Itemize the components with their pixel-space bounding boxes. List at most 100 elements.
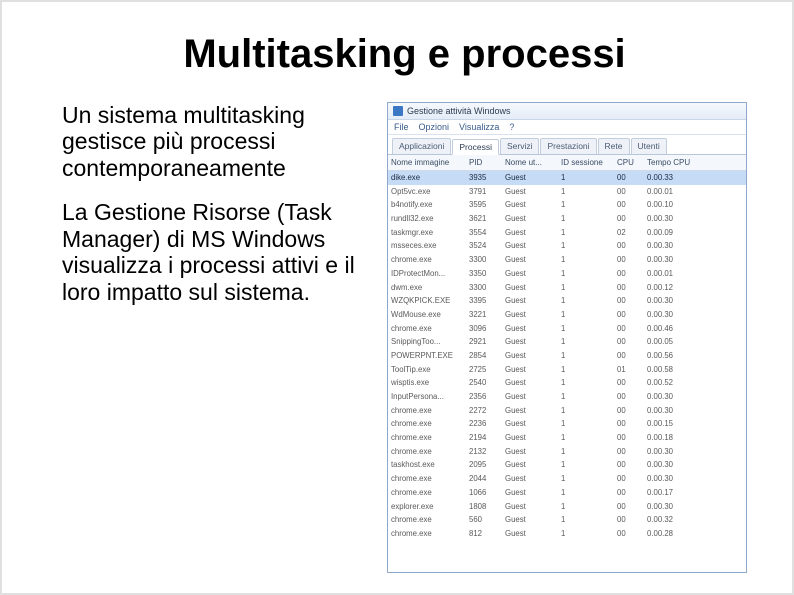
table-row[interactable]: dike.exe3935Guest1000.00.33: [388, 171, 746, 185]
taskmanager-window: Gestione attività Windows File Opzioni V…: [387, 102, 747, 573]
table-row[interactable]: chrome.exe3096Guest1000.00.46: [388, 322, 746, 336]
window-title: Gestione attività Windows: [407, 106, 511, 116]
table-row[interactable]: taskhost.exe2095Guest1000.00.30: [388, 458, 746, 472]
table-row[interactable]: b4notify.exe3595Guest1000.00.10: [388, 198, 746, 212]
cell-pid: 3395: [469, 295, 505, 307]
cell-time: 0.00.30: [647, 295, 703, 307]
tab-network[interactable]: Rete: [598, 138, 630, 154]
cell-time: 0.00.28: [647, 528, 703, 540]
menu-options[interactable]: Opzioni: [419, 122, 450, 132]
table-row[interactable]: chrome.exe560Guest1000.00.32: [388, 513, 746, 527]
cell-pid: 3300: [469, 282, 505, 294]
table-row[interactable]: chrome.exe2272Guest1000.00.30: [388, 404, 746, 418]
col-pid[interactable]: PID: [469, 158, 505, 167]
cell-user: Guest: [505, 473, 561, 485]
cell-user: Guest: [505, 227, 561, 239]
cell-sid: 1: [561, 323, 617, 335]
table-row[interactable]: chrome.exe2194Guest1000.00.18: [388, 431, 746, 445]
cell-user: Guest: [505, 405, 561, 417]
col-name[interactable]: Nome immagine: [391, 158, 469, 167]
table-row[interactable]: chrome.exe3300Guest1000.00.30: [388, 253, 746, 267]
table-row[interactable]: WdMouse.exe3221Guest1000.00.30: [388, 308, 746, 322]
menu-help[interactable]: ?: [509, 122, 514, 132]
window-titlebar[interactable]: Gestione attività Windows: [388, 103, 746, 120]
table-row[interactable]: msseces.exe3524Guest1000.00.30: [388, 239, 746, 253]
cell-time: 0.00.52: [647, 377, 703, 389]
col-user[interactable]: Nome ut...: [505, 158, 561, 167]
cell-sid: 1: [561, 254, 617, 266]
cell-pid: 2132: [469, 446, 505, 458]
cell-user: Guest: [505, 446, 561, 458]
tab-users[interactable]: Utenti: [631, 138, 667, 154]
cell-sid: 1: [561, 186, 617, 198]
cell-cpu: 00: [617, 199, 647, 211]
cell-name: InputPersona...: [391, 391, 469, 403]
cell-cpu: 00: [617, 336, 647, 348]
cell-pid: 2540: [469, 377, 505, 389]
cell-user: Guest: [505, 364, 561, 376]
col-session[interactable]: ID sessione: [561, 158, 617, 167]
cell-name: chrome.exe: [391, 432, 469, 444]
tab-services[interactable]: Servizi: [500, 138, 540, 154]
cell-time: 0.00.18: [647, 432, 703, 444]
table-row[interactable]: ToolTip.exe2725Guest1010.00.58: [388, 363, 746, 377]
cell-name: chrome.exe: [391, 473, 469, 485]
table-row[interactable]: WZQKPICK.EXE3395Guest1000.00.30: [388, 294, 746, 308]
tab-applications[interactable]: Applicazioni: [392, 138, 451, 154]
cell-sid: 1: [561, 501, 617, 513]
cell-user: Guest: [505, 377, 561, 389]
cell-user: Guest: [505, 186, 561, 198]
cell-cpu: 00: [617, 446, 647, 458]
col-cputime[interactable]: Tempo CPU: [647, 158, 703, 167]
cell-pid: 3621: [469, 213, 505, 225]
cell-user: Guest: [505, 323, 561, 335]
table-header[interactable]: Nome immagine PID Nome ut... ID sessione…: [388, 155, 746, 171]
cell-cpu: 00: [617, 405, 647, 417]
table-row[interactable]: chrome.exe812Guest1000.00.28: [388, 527, 746, 541]
cell-cpu: 00: [617, 295, 647, 307]
cell-sid: 1: [561, 336, 617, 348]
cell-name: SnippingToo...: [391, 336, 469, 348]
cell-pid: 2854: [469, 350, 505, 362]
cell-name: IDProtectMon...: [391, 268, 469, 280]
table-row[interactable]: chrome.exe2044Guest1000.00.30: [388, 472, 746, 486]
table-row[interactable]: wisptis.exe2540Guest1000.00.52: [388, 376, 746, 390]
cell-user: Guest: [505, 336, 561, 348]
cell-time: 0.00.30: [647, 309, 703, 321]
cell-time: 0.00.30: [647, 213, 703, 225]
table-row[interactable]: POWERPNT.EXE2854Guest1000.00.56: [388, 349, 746, 363]
tab-performance[interactable]: Prestazioni: [540, 138, 596, 154]
cell-time: 0.00.30: [647, 459, 703, 471]
cell-pid: 3595: [469, 199, 505, 211]
cell-pid: 3791: [469, 186, 505, 198]
table-row[interactable]: Opt5vc.exe3791Guest1000.00.01: [388, 185, 746, 199]
cell-name: dike.exe: [391, 172, 469, 184]
tab-strip: Applicazioni Processi Servizi Prestazion…: [388, 135, 746, 155]
cell-name: chrome.exe: [391, 487, 469, 499]
cell-user: Guest: [505, 213, 561, 225]
tab-processes[interactable]: Processi: [452, 139, 499, 155]
cell-user: Guest: [505, 240, 561, 252]
table-row[interactable]: SnippingToo...2921Guest1000.00.05: [388, 335, 746, 349]
menu-view[interactable]: Visualizza: [459, 122, 499, 132]
cell-pid: 2356: [469, 391, 505, 403]
table-row[interactable]: rundll32.exe3621Guest1000.00.30: [388, 212, 746, 226]
table-row[interactable]: chrome.exe2236Guest1000.00.15: [388, 417, 746, 431]
table-row[interactable]: explorer.exe1808Guest1000.00.30: [388, 500, 746, 514]
col-cpu[interactable]: CPU: [617, 158, 647, 167]
table-row[interactable]: dwm.exe3300Guest1000.00.12: [388, 281, 746, 295]
cell-time: 0.00.30: [647, 473, 703, 485]
content-row: Un sistema multitasking gestisce più pro…: [62, 102, 747, 573]
table-row[interactable]: IDProtectMon...3350Guest1000.00.01: [388, 267, 746, 281]
table-row[interactable]: InputPersona...2356Guest1000.00.30: [388, 390, 746, 404]
cell-user: Guest: [505, 501, 561, 513]
cell-cpu: 00: [617, 213, 647, 225]
cell-user: Guest: [505, 432, 561, 444]
cell-cpu: 00: [617, 391, 647, 403]
paragraph-2: La Gestione Risorse (Task Manager) di MS…: [62, 199, 372, 305]
table-row[interactable]: chrome.exe1066Guest1000.00.17: [388, 486, 746, 500]
menu-file[interactable]: File: [394, 122, 409, 132]
table-row[interactable]: taskmgr.exe3554Guest1020.00.09: [388, 226, 746, 240]
cell-name: chrome.exe: [391, 323, 469, 335]
table-row[interactable]: chrome.exe2132Guest1000.00.30: [388, 445, 746, 459]
